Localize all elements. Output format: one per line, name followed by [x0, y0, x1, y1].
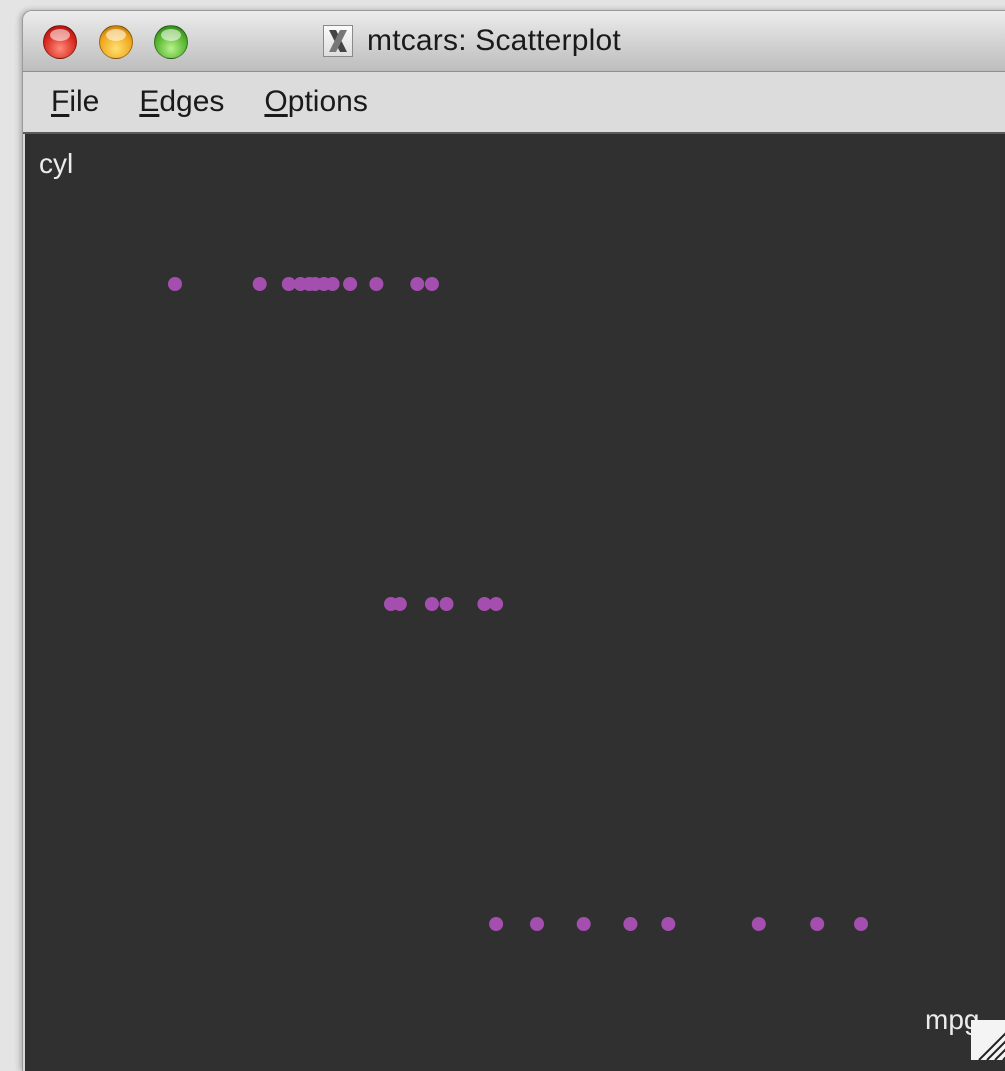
menu-file-accel: F	[51, 85, 70, 118]
data-point-21[interactable]	[623, 917, 638, 931]
data-point-7[interactable]	[325, 277, 340, 291]
data-point-1[interactable]	[252, 277, 267, 291]
menu-edges-accel: E	[139, 85, 160, 118]
data-point-24[interactable]	[810, 917, 825, 931]
data-point-25[interactable]	[854, 917, 868, 931]
menu-options-accel: O	[264, 85, 288, 118]
menu-edges[interactable]: Edges	[139, 85, 224, 119]
x11-icon	[323, 25, 353, 57]
window-title: mtcars: Scatterplot	[367, 24, 621, 57]
data-point-18[interactable]	[489, 917, 504, 931]
menu-file-label: ile	[69, 85, 100, 118]
data-point-8[interactable]	[343, 277, 358, 291]
data-point-22[interactable]	[661, 917, 676, 931]
title-bar[interactable]: mtcars: Scatterplot	[23, 11, 1005, 72]
window-title-group: mtcars: Scatterplot	[323, 23, 621, 59]
menu-bar: File Edges Options	[23, 72, 1005, 134]
resize-grip-icon[interactable]	[971, 1020, 1005, 1060]
data-point-19[interactable]	[530, 917, 544, 931]
data-point-17[interactable]	[489, 597, 504, 611]
data-point-15[interactable]	[439, 597, 454, 611]
y-axis-label: cyl	[39, 148, 74, 179]
menu-options[interactable]: Options	[264, 85, 367, 119]
zoom-button[interactable]	[154, 25, 188, 59]
scatterplot-svg[interactable]	[25, 134, 1005, 1071]
minimize-button[interactable]	[99, 25, 133, 59]
data-point-0[interactable]	[168, 277, 182, 291]
scatterplot-canvas[interactable]: cyl mpg	[25, 134, 1005, 1071]
data-point-20[interactable]	[576, 917, 591, 931]
data-point-11[interactable]	[424, 277, 439, 291]
menu-file[interactable]: File	[51, 85, 99, 119]
data-point-9[interactable]	[369, 277, 384, 291]
data-point-23[interactable]	[751, 917, 766, 931]
data-point-13[interactable]	[392, 597, 407, 611]
scatterplot-window: mtcars: Scatterplot File Edges Options c…	[22, 10, 1005, 1071]
data-point-10[interactable]	[410, 277, 425, 291]
close-button[interactable]	[43, 25, 77, 59]
menu-edges-label: dges	[159, 85, 225, 118]
menu-options-label: ptions	[287, 85, 368, 118]
data-point-14[interactable]	[424, 597, 439, 611]
